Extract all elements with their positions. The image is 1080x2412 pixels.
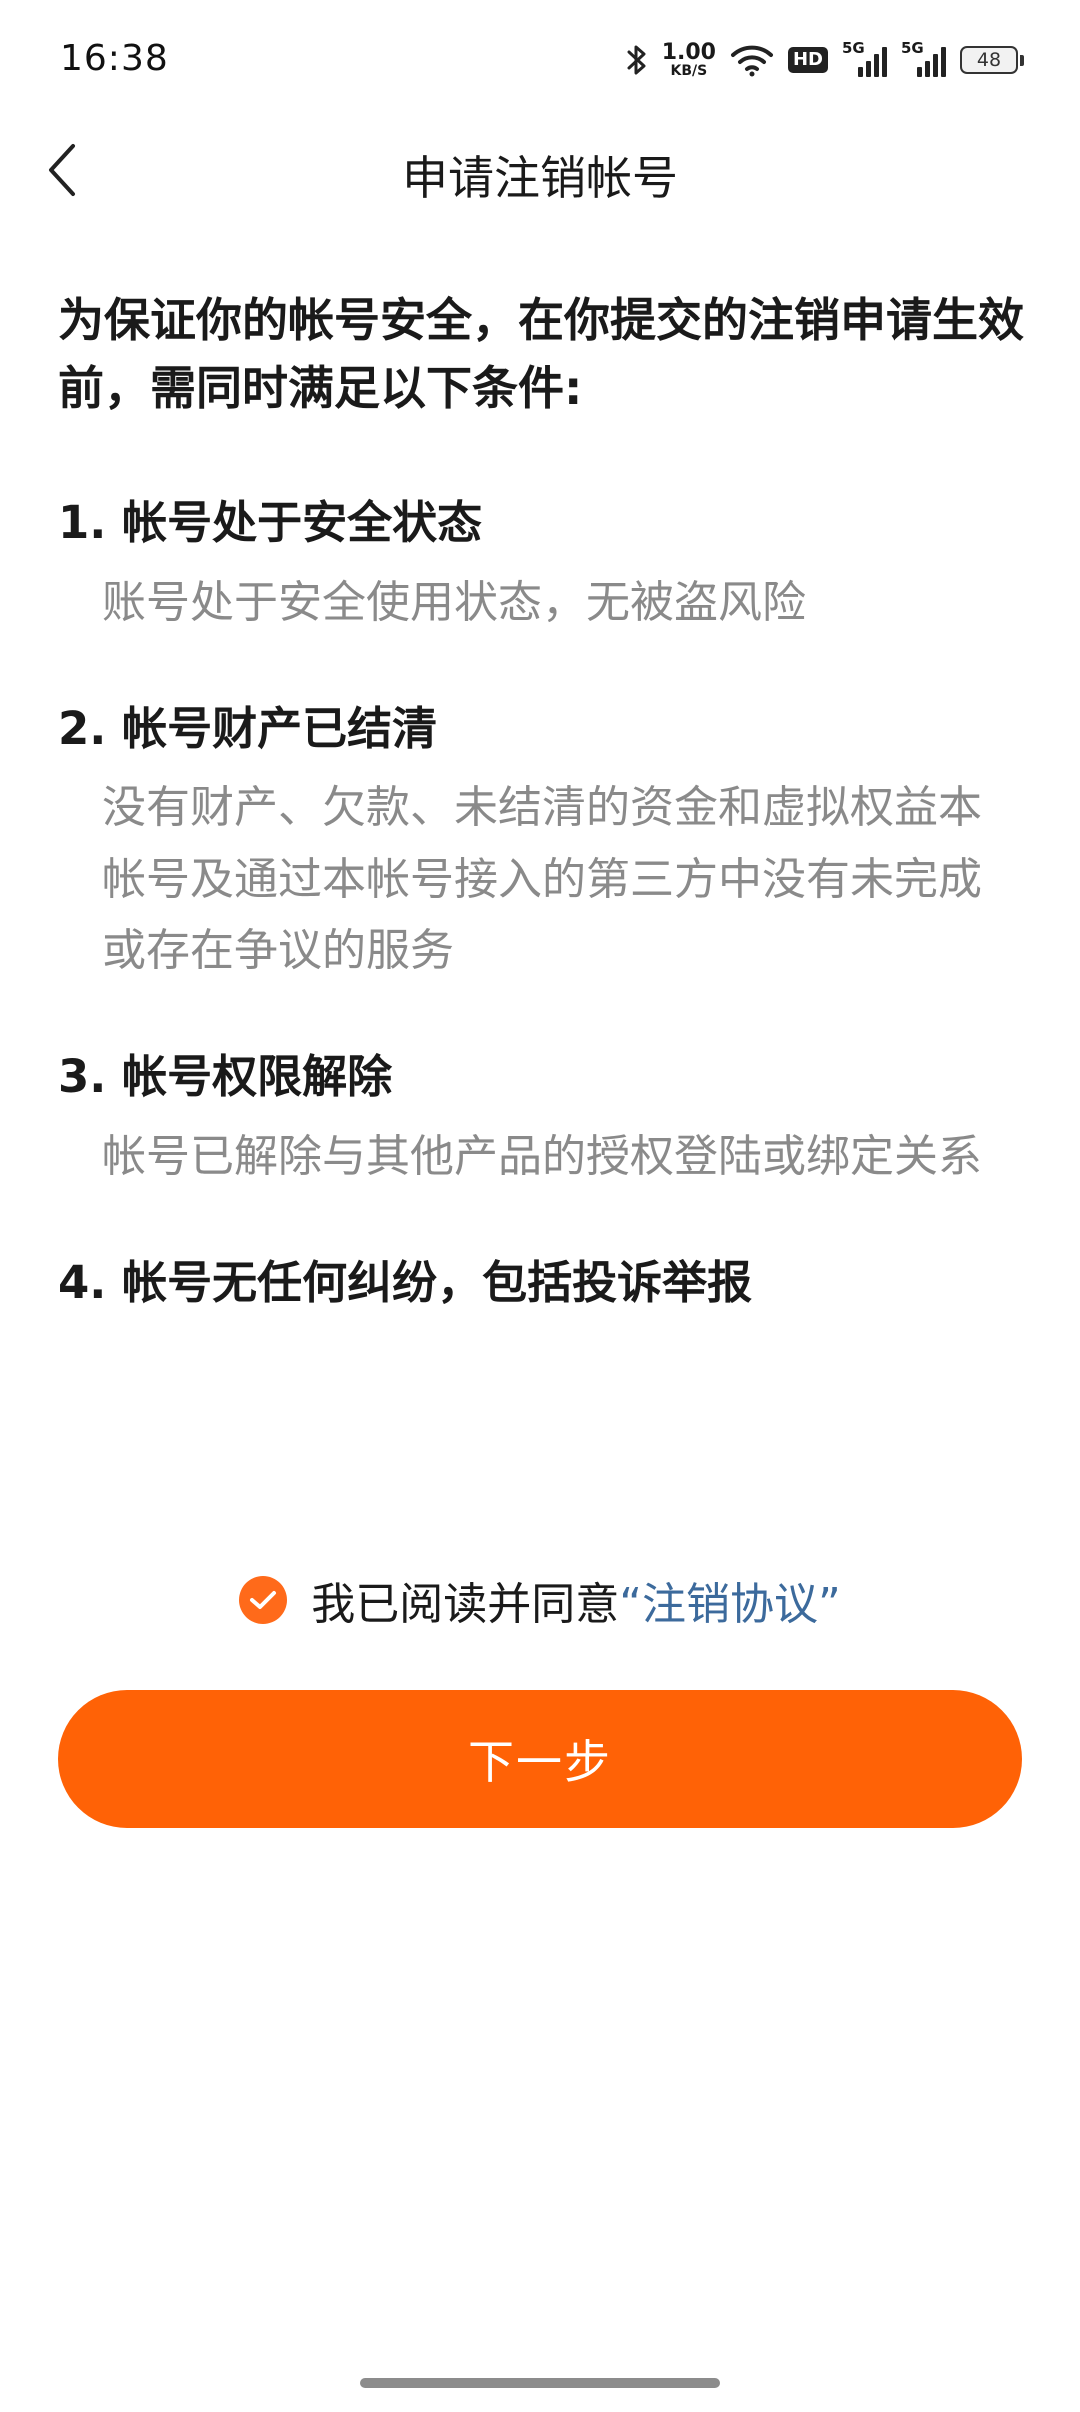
condition-item: 1. 帐号处于安全状态 账号处于安全使用状态，无被盗风险 xyxy=(58,494,1038,638)
agreement-text: 我已阅读并同意 xyxy=(311,1579,620,1630)
status-icons: 1.00 KB/S HD 5G 5G 48 xyxy=(626,36,1024,84)
bluetooth-icon xyxy=(626,43,648,77)
status-time: 16:38 xyxy=(60,38,169,79)
status-bar: 16:38 1.00 KB/S HD 5G 5G 48 xyxy=(0,0,1080,120)
signal-sim2-icon: 5G xyxy=(901,39,946,77)
page-title: 申请注销帐号 xyxy=(402,151,678,205)
sim2-network-label: 5G xyxy=(901,39,924,57)
condition-item: 2. 帐号财产已结清 没有财产、欠款、未结清的资金和虚拟权益本帐号及通过本帐号接… xyxy=(58,700,1038,986)
condition-item: 4. 帐号无任何纠纷，包括投诉举报 xyxy=(58,1254,1038,1313)
intro-text: 为保证你的帐号安全，在你提交的注销申请生效前，需同时满足以下条件: xyxy=(58,293,1024,416)
battery-level: 48 xyxy=(960,46,1018,74)
network-speed-unit: KB/S xyxy=(670,63,708,79)
home-indicator[interactable] xyxy=(360,2378,720,2388)
condition-description: 账号处于安全使用状态，无被盗风险 xyxy=(102,576,806,628)
next-step-button[interactable]: 下一步 xyxy=(58,1690,1022,1828)
network-speed-value: 1.00 xyxy=(661,40,716,65)
condition-title: 2. 帐号财产已结清 xyxy=(58,701,438,755)
check-icon xyxy=(250,1591,277,1609)
sim1-network-label: 5G xyxy=(842,39,865,57)
condition-title: 1. 帐号处于安全状态 xyxy=(58,496,483,550)
content: 为保证你的帐号安全，在你提交的注销申请生效前，需同时满足以下条件: 1. 帐号处… xyxy=(58,286,1038,1374)
network-speed: 1.00 KB/S xyxy=(661,40,716,79)
agreement-row: 我已阅读并同意“注销协议” xyxy=(0,1568,1080,1632)
condition-description: 帐号已解除与其他产品的授权登陆或绑定关系 xyxy=(102,1130,982,1182)
condition-title: 3. 帐号权限解除 xyxy=(58,1050,393,1104)
condition-description: 没有财产、欠款、未结清的资金和虚拟权益本帐号及通过本帐号接入的第三方中没有未完成… xyxy=(102,782,982,976)
agree-checkbox[interactable] xyxy=(239,1576,288,1624)
condition-item: 3. 帐号权限解除 帐号已解除与其他产品的授权登陆或绑定关系 xyxy=(58,1048,1038,1192)
hd-voice-badge: HD xyxy=(787,47,828,73)
condition-title: 4. 帐号无任何纠纷，包括投诉举报 xyxy=(58,1255,753,1309)
signal-sim1-icon: 5G xyxy=(842,39,887,77)
conditions-list: 1. 帐号处于安全状态 账号处于安全使用状态，无被盗风险 2. 帐号财产已结清 … xyxy=(58,494,1038,1312)
wifi-icon xyxy=(730,43,774,77)
header: 申请注销帐号 xyxy=(0,120,1080,220)
battery-icon: 48 xyxy=(960,46,1024,74)
cancellation-agreement-link[interactable]: “注销协议” xyxy=(619,1579,841,1630)
